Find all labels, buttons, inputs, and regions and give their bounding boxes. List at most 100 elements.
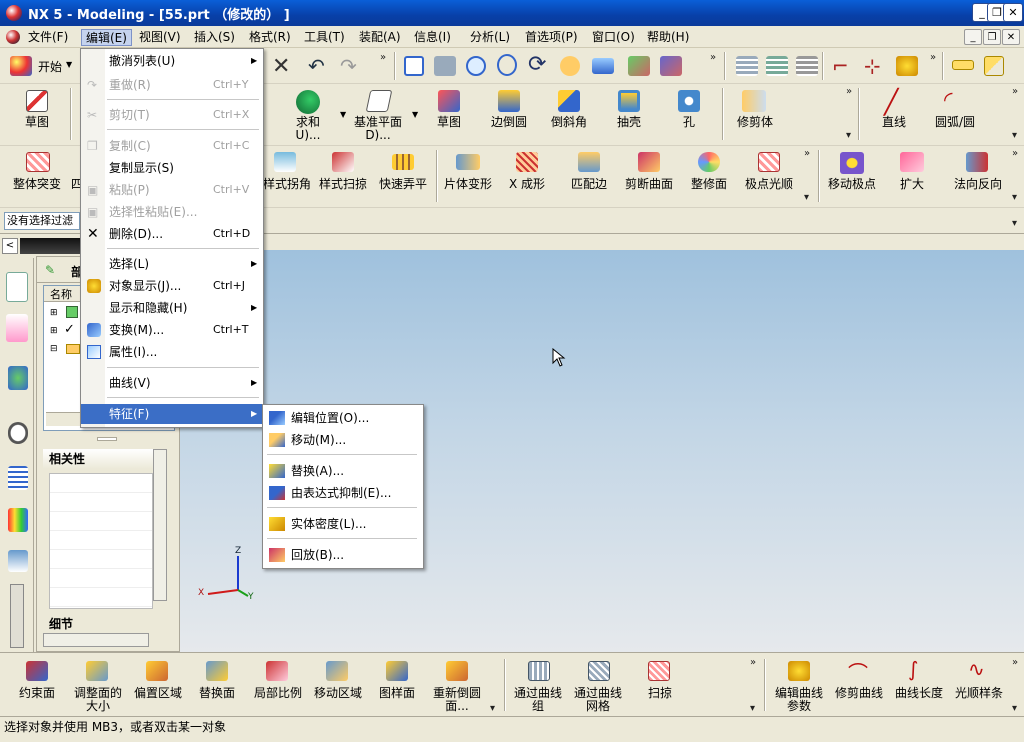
offset-face-button-label[interactable]: 约束面 [14, 687, 60, 700]
enlarge-icon[interactable] [900, 152, 924, 172]
sheet-morph-icon[interactable] [456, 154, 480, 170]
dependencies-vscroll[interactable] [153, 449, 167, 601]
menu-item-copy-display[interactable]: 复制显示(S) [81, 158, 263, 178]
undo-icon[interactable]: ↶ [308, 54, 325, 78]
menu-assembly[interactable]: 装配(A) [355, 29, 405, 46]
mdi-close-button[interactable]: ✕ [1002, 29, 1020, 45]
line-button-label[interactable]: 直线 [874, 116, 914, 129]
move-to-layer-icon[interactable] [796, 56, 818, 76]
pattern-face-button-label[interactable]: 图样面 [372, 687, 422, 700]
pin-icon[interactable]: ✎ [45, 263, 55, 277]
collapse-arrow-icon[interactable]: < [2, 238, 18, 254]
render-style-icon[interactable] [628, 56, 650, 76]
hole-icon[interactable] [678, 90, 700, 112]
trim-body-icon[interactable] [742, 90, 766, 112]
process-studio-icon[interactable] [8, 508, 28, 532]
trim-sheet-icon[interactable] [638, 152, 660, 172]
angle-icon[interactable] [984, 56, 1004, 76]
system-materials-icon[interactable] [8, 466, 28, 490]
replace-face-icon[interactable] [206, 661, 228, 681]
menu-insert[interactable]: 插入(S) [190, 29, 239, 46]
trim-curve-icon[interactable]: ⌒ [848, 657, 868, 686]
offset-face-icon[interactable] [26, 661, 48, 681]
edge-blend-icon[interactable] [498, 90, 520, 112]
curve-length-icon[interactable]: ∫ [908, 657, 918, 681]
arc-icon[interactable]: ◜ [944, 88, 953, 113]
menu-item-cut[interactable]: ✂ 剪切(T) Ctrl+X [81, 105, 263, 125]
dependencies-header[interactable]: 相关性 [43, 449, 155, 469]
sketch-icon[interactable] [26, 90, 48, 112]
pattern-face-icon[interactable] [386, 661, 408, 681]
snap-icon[interactable] [896, 56, 918, 76]
sweep-icon[interactable] [648, 661, 670, 681]
submenu-item-playback[interactable]: 回放(B)... [263, 545, 423, 565]
menu-item-properties[interactable]: 属性(I)... [81, 342, 263, 362]
sweep-button-label[interactable]: 扫掠 [640, 687, 680, 700]
submenu-item-replace[interactable]: 替换(A)... [263, 461, 423, 481]
trim-body-button-label[interactable]: 修剪体 [730, 116, 780, 129]
menu-info[interactable]: 信息(I) [410, 29, 455, 46]
offset-region-button-label[interactable]: 偏置区域 [130, 687, 186, 700]
layer-icon[interactable] [736, 56, 758, 76]
resize-face-icon[interactable] [86, 661, 108, 681]
wcs-orient-icon[interactable]: ⊹ [864, 54, 881, 78]
menu-item-select[interactable]: 选择(L) ▶ [81, 254, 263, 274]
menu-item-redo[interactable]: ↷ 重做(R) Ctrl+Y [81, 75, 263, 95]
assembly-navigator-icon[interactable] [6, 272, 28, 302]
datum-plane-icon[interactable] [365, 90, 393, 112]
selection-filter-select[interactable]: 没有选择过滤 [4, 212, 80, 230]
datum-plane-button-label[interactable]: 基准平面 D)... [348, 116, 408, 142]
pan-icon[interactable] [560, 56, 580, 76]
redo-icon[interactable]: ↷ [340, 54, 357, 78]
unite-icon[interactable] [296, 90, 320, 114]
menu-format[interactable]: 格式(R) [245, 29, 295, 46]
reblend-icon[interactable] [446, 661, 468, 681]
offset-region-icon[interactable] [146, 661, 168, 681]
trim-curve-button-label[interactable]: 修剪曲线 [830, 687, 888, 700]
check-icon[interactable]: ✓ [64, 322, 75, 337]
styled-sweep-icon[interactable] [332, 152, 354, 172]
delete-icon[interactable]: ✕ [272, 54, 290, 79]
reblend-button-label[interactable]: 重新倒圆 面... [428, 687, 486, 713]
global-shaping-icon[interactable] [26, 152, 50, 172]
menu-edit[interactable]: 编辑(E) [81, 29, 132, 46]
zoom-window-icon[interactable] [434, 56, 456, 76]
chamfer-icon[interactable] [558, 90, 580, 112]
menu-tools[interactable]: 工具(T) [300, 29, 349, 46]
shell-icon[interactable] [618, 90, 640, 112]
reverse-normal-button-label[interactable]: 法向反向 [950, 178, 1006, 191]
line-icon[interactable]: ╱ [884, 88, 898, 116]
web-browser-icon[interactable] [8, 366, 28, 390]
fit-icon[interactable] [404, 56, 424, 76]
through-mesh-button-label[interactable]: 通过曲线 网格 [570, 687, 626, 713]
move-pole-icon[interactable] [840, 152, 864, 174]
menu-item-undo-list[interactable]: 撤消列表(U) ▶ [81, 51, 263, 71]
rotate-icon[interactable]: ⟳ [528, 52, 546, 77]
menu-window[interactable]: 窗口(O) [588, 29, 639, 46]
local-scale-icon[interactable] [266, 661, 288, 681]
shell-button-label[interactable]: 抽壳 [609, 116, 649, 129]
match-edge-icon[interactable] [578, 152, 600, 172]
smooth-spline-icon[interactable]: ∿ [968, 657, 985, 681]
sketch-button-label[interactable]: 草图 [16, 116, 58, 129]
through-mesh-icon[interactable] [588, 661, 610, 681]
chamfer-button-label[interactable]: 倒斜角 [544, 116, 594, 129]
enlarge-button-label[interactable]: 扩大 [892, 178, 932, 191]
move-region-icon[interactable] [326, 661, 348, 681]
menu-item-paste[interactable]: ▣ 粘贴(P) Ctrl+V [81, 180, 263, 200]
start-button[interactable]: 开始 [38, 58, 62, 75]
submenu-item-move[interactable]: 移动(M)... [263, 430, 423, 450]
menu-item-object-display[interactable]: 对象显示(J)... Ctrl+J [81, 276, 263, 296]
local-scale-button-label[interactable]: 局部比例 [250, 687, 306, 700]
layer-settings-icon[interactable] [766, 56, 788, 76]
edit-curve-params-button-label[interactable]: 编辑曲线 参数 [770, 687, 828, 713]
zoom-in-out-icon[interactable] [497, 54, 517, 76]
through-curves-icon[interactable] [528, 661, 550, 681]
ruler-icon[interactable] [952, 60, 974, 70]
resource-scroll[interactable] [10, 584, 24, 648]
sheet-morph-button-label[interactable]: 片体变形 [440, 178, 496, 191]
pole-smooth-button-label[interactable]: 极点光顺 [740, 178, 798, 191]
menu-file[interactable]: 文件(F) [24, 29, 72, 46]
tree-expander[interactable]: ⊞ [50, 308, 58, 318]
details-hscroll[interactable] [43, 633, 149, 647]
